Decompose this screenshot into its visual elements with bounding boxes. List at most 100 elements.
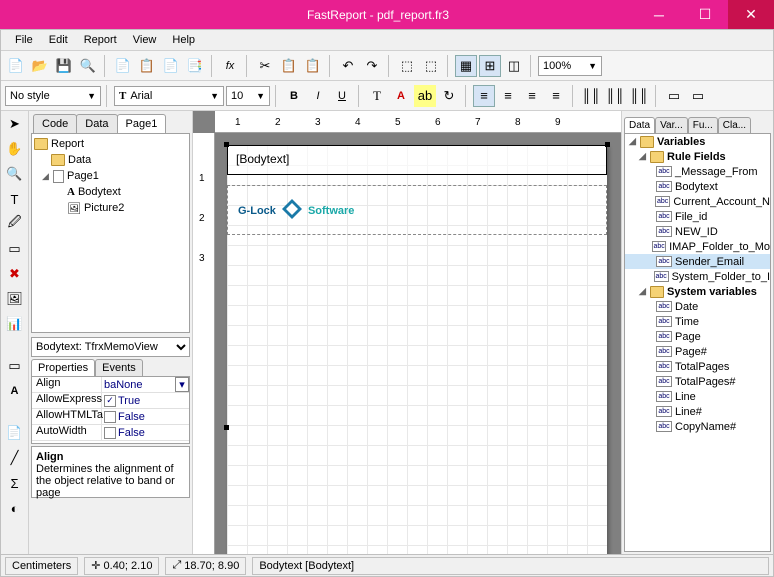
resize-handle[interactable] (605, 142, 610, 147)
expander-icon[interactable]: ◢ (638, 151, 647, 162)
report-page[interactable]: G-Lock Software [Bodytext] (227, 145, 607, 554)
snap-grid-button[interactable]: ⊞ (479, 55, 501, 77)
report-tree[interactable]: Report Data ◢Page1 ABodytext 🖼Picture2 (31, 133, 190, 333)
band-handle[interactable] (224, 425, 229, 430)
zoom-tool[interactable]: 🔍 (4, 163, 26, 185)
zoom-combo[interactable]: 100%▼ (538, 56, 602, 76)
systext-tool[interactable]: 📄 (4, 422, 26, 444)
pointer-tool[interactable]: ➤ (4, 113, 26, 135)
copy-button[interactable]: 📋 (278, 55, 300, 77)
property-grid[interactable]: AlignbaNone▾ AllowExpress✓True AllowHTML… (31, 376, 190, 444)
align-center-button[interactable]: ≡ (497, 85, 519, 107)
new-button[interactable]: 📄 (5, 55, 27, 77)
fit-button[interactable]: ◫ (503, 55, 525, 77)
tree-item[interactable]: abcSystem_Folder_to_I (625, 269, 770, 284)
group-button[interactable]: ⬚ (396, 55, 418, 77)
tree-item[interactable]: abcFile_id (625, 209, 770, 224)
highlight-button[interactable]: ab (414, 85, 436, 107)
grid-button[interactable]: ▦ (455, 55, 477, 77)
chevron-down-icon[interactable]: ▾ (175, 377, 189, 392)
tree-item[interactable]: abcDate (625, 299, 770, 314)
tab-data-right[interactable]: Data (624, 117, 655, 133)
tree-item[interactable]: abcTime (625, 314, 770, 329)
menu-view[interactable]: View (125, 32, 165, 48)
subreport-tool[interactable]: 📊 (4, 313, 26, 335)
tree-item[interactable]: abcCopyName# (625, 419, 770, 434)
frame1-button[interactable]: ▭ (663, 85, 685, 107)
band-tool[interactable]: ▭ (4, 238, 26, 260)
label-tool[interactable]: A (4, 380, 26, 402)
expander-icon[interactable]: ◢ (638, 286, 647, 297)
cut-button[interactable]: ✂ (254, 55, 276, 77)
tree-item[interactable]: ◢System variables (625, 284, 770, 299)
sum-tool[interactable]: Σ (4, 472, 26, 494)
italic-button[interactable]: I (307, 85, 329, 107)
font-combo[interactable]: TArial▼ (114, 86, 224, 106)
barcode1-button[interactable]: ║║ (580, 85, 602, 107)
new-dialog-button[interactable]: 📋 (136, 55, 158, 77)
tree-item[interactable]: abcBodytext (625, 179, 770, 194)
shape-tool[interactable]: ▭ (4, 355, 26, 377)
open-button[interactable]: 📂 (29, 55, 51, 77)
redo-button[interactable]: ↷ (361, 55, 383, 77)
new-page-button[interactable]: 📄 (112, 55, 134, 77)
preview-button[interactable]: 🔍 (77, 55, 99, 77)
tree-item[interactable]: ◢Variables (625, 134, 770, 149)
barcode3-button[interactable]: ║║ (628, 85, 650, 107)
undo-button[interactable]: ↶ (337, 55, 359, 77)
tree-item[interactable]: abcSender_Email (625, 254, 770, 269)
rotate-button[interactable]: ↻ (438, 85, 460, 107)
tree-item[interactable]: abcPage# (625, 344, 770, 359)
checkbox[interactable] (104, 411, 116, 423)
resize-handle[interactable] (224, 142, 229, 147)
expander-icon[interactable]: ◢ (628, 136, 637, 147)
menu-report[interactable]: Report (76, 32, 125, 48)
picture-tool[interactable]: 🖼 (4, 288, 26, 310)
line-tool[interactable]: ╱ (4, 447, 26, 469)
style-combo[interactable]: No style▼ (5, 86, 101, 106)
font-color-button[interactable]: A (390, 85, 412, 107)
tab-events[interactable]: Events (95, 359, 143, 376)
tree-item[interactable]: 🖼Picture2 (34, 200, 187, 216)
logo[interactable]: G-Lock Software (228, 186, 606, 232)
canvas[interactable]: G-Lock Software [Bodytext] (215, 133, 621, 554)
align-justify-button[interactable]: ≡ (545, 85, 567, 107)
bold-button[interactable]: B (283, 85, 305, 107)
tab-variables[interactable]: Var... (655, 117, 688, 133)
bodytext-object[interactable]: [Bodytext] (227, 145, 607, 175)
tab-classes[interactable]: Cla... (718, 117, 751, 133)
variables-tree[interactable]: ◢Variables◢Rule Fieldsabc_Message_Fromab… (624, 133, 771, 552)
logo-band[interactable]: G-Lock Software (227, 185, 607, 235)
align-left-button[interactable]: ≡ (473, 85, 495, 107)
maximize-button[interactable]: ☐ (682, 0, 728, 29)
menu-file[interactable]: File (7, 32, 41, 48)
checkbox[interactable]: ✓ (104, 395, 116, 407)
tab-functions[interactable]: Fu... (688, 117, 718, 133)
prop-row[interactable]: AllowExpress✓True (32, 393, 189, 409)
close-button[interactable]: ✕ (728, 0, 774, 29)
tab-page1[interactable]: Page1 (117, 114, 167, 133)
hand-tool[interactable]: ✋ (4, 138, 26, 160)
tree-root[interactable]: Report (34, 136, 187, 152)
frame2-button[interactable]: ▭ (687, 85, 709, 107)
tree-item[interactable]: abcLine (625, 389, 770, 404)
tree-item[interactable]: abcTotalPages# (625, 374, 770, 389)
tree-item[interactable]: ABodytext (34, 184, 187, 200)
delete-page-button[interactable]: 📄 (160, 55, 182, 77)
minimize-button[interactable]: ─ (636, 0, 682, 29)
barcode2-button[interactable]: ║║ (604, 85, 626, 107)
tree-item[interactable]: abcNEW_ID (625, 224, 770, 239)
font-settings-button[interactable]: T (366, 85, 388, 107)
tree-item[interactable]: abcPage (625, 329, 770, 344)
align-right-button[interactable]: ≡ (521, 85, 543, 107)
tree-item[interactable]: ◢Page1 (34, 168, 187, 184)
ungroup-button[interactable]: ⬚ (420, 55, 442, 77)
tree-item[interactable]: abcIMAP_Folder_to_Mo (625, 239, 770, 254)
page-settings-button[interactable]: 📑 (184, 55, 206, 77)
tree-item[interactable]: abc_Message_From (625, 164, 770, 179)
expander-icon[interactable]: ◢ (41, 171, 50, 182)
underline-button[interactable]: U (331, 85, 353, 107)
menu-edit[interactable]: Edit (41, 32, 76, 48)
text-tool[interactable]: T (4, 188, 26, 210)
ole-tool[interactable]: ◐ (4, 497, 26, 519)
